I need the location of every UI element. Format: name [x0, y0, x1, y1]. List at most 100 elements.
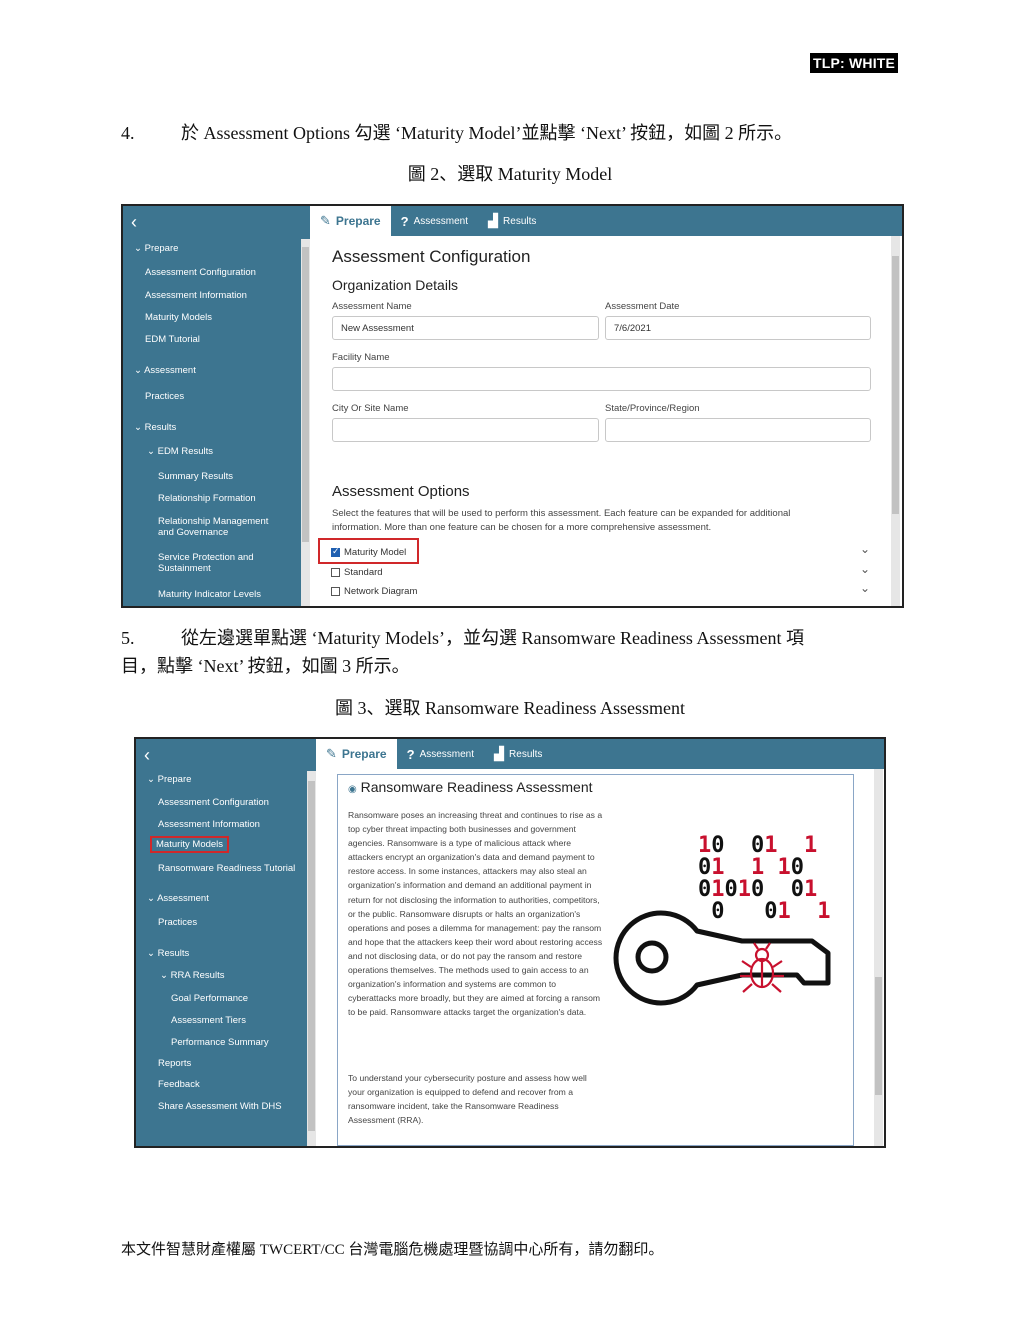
- sidebar: ‹ ⌄ Prepare Assessment Configuration Ass…: [136, 739, 316, 1146]
- nav-assessment[interactable]: ⌄ Assessment: [134, 365, 196, 376]
- question-icon: ?: [406, 746, 415, 762]
- nav-assessment-information[interactable]: Assessment Information: [145, 290, 247, 301]
- chevron-down-icon[interactable]: ⌄: [860, 562, 870, 576]
- nav-edm-tutorial[interactable]: EDM Tutorial: [145, 334, 200, 345]
- state-label: State/Province/Region: [605, 403, 700, 414]
- nav-results[interactable]: ⌄ Results: [147, 948, 189, 959]
- nav-rra-results[interactable]: ⌄ RRA Results: [160, 970, 224, 981]
- nav-feedback[interactable]: Feedback: [158, 1079, 200, 1090]
- edit-icon: ✎: [320, 213, 331, 228]
- chart-icon: ▟: [494, 746, 505, 761]
- facility-name-input[interactable]: [332, 367, 871, 391]
- top-tab-bar: ✎ Prepare ? Assessment ▟ Results: [310, 206, 902, 236]
- standard-option[interactable]: Standard: [331, 567, 383, 578]
- nav-relationship-formation[interactable]: Relationship Formation: [158, 493, 256, 504]
- nav-prepare[interactable]: ⌄ Prepare: [147, 774, 191, 785]
- nav-summary-results[interactable]: Summary Results: [158, 471, 233, 482]
- chevron-down-icon: ⌄: [147, 893, 155, 904]
- nav-relationship-management[interactable]: Relationship Management and Governance: [158, 516, 268, 538]
- chevron-down-icon: ⌄: [147, 774, 155, 785]
- nav-maturity-indicator-levels[interactable]: Maturity Indicator Levels: [158, 589, 261, 600]
- assessment-date-input[interactable]: 7/6/2021: [605, 316, 871, 340]
- network-diagram-checkbox[interactable]: [331, 587, 340, 596]
- nav-assessment-configuration[interactable]: Assessment Configuration: [145, 267, 256, 278]
- nav-edm-results[interactable]: ⌄ EDM Results: [147, 446, 213, 457]
- standard-checkbox[interactable]: [331, 568, 340, 577]
- figure-2-caption: 圖 2、選取 Maturity Model: [407, 164, 613, 184]
- chart-icon: ▟: [488, 213, 499, 228]
- edit-icon: ✎: [326, 746, 337, 761]
- nav-performance-summary[interactable]: Performance Summary: [171, 1037, 269, 1048]
- question-icon: ?: [400, 213, 409, 229]
- assessment-date-label: Assessment Date: [605, 301, 680, 312]
- content-scrollbar[interactable]: [891, 236, 900, 606]
- assessment-name-label: Assessment Name: [332, 301, 412, 312]
- tab-assessment[interactable]: ? Assessment: [397, 739, 484, 769]
- network-diagram-option[interactable]: Network Diagram: [331, 586, 417, 597]
- nav-assessment-information[interactable]: Assessment Information: [158, 819, 260, 830]
- footer-copyright: 本文件智慧財產權屬 TWCERT/CC 台灣電腦危機處理暨協調中心所有，請勿翻印…: [121, 1242, 664, 1258]
- nav-assessment-tiers[interactable]: Assessment Tiers: [171, 1015, 246, 1026]
- sidebar: ‹ ⌄ Prepare Assessment Configuration Ass…: [123, 206, 310, 606]
- options-description: Select the features that will be used to…: [332, 508, 791, 533]
- ransomware-key-illustration: 10 01 1 01 1 10 01010 01 0 01 1: [602, 831, 848, 1011]
- tlp-label: TLP: WHITE: [810, 53, 899, 73]
- state-input[interactable]: [605, 418, 871, 442]
- maturity-model-option[interactable]: Maturity Model: [331, 546, 406, 558]
- tab-results[interactable]: ▟ Results: [478, 206, 546, 236]
- nav-ransomware-readiness-tutorial[interactable]: Ransomware Readiness Tutorial: [158, 863, 295, 874]
- top-tab-bar: ✎ Prepare ? Assessment ▟ Results: [316, 739, 884, 769]
- chevron-down-icon: ⌄: [160, 970, 168, 981]
- tab-results[interactable]: ▟ Results: [484, 739, 552, 769]
- rra-description-1: Ransomware poses an increasing threat an…: [348, 810, 603, 1018]
- rra-description-2: To understand your cybersecurity posture…: [348, 1073, 587, 1126]
- key-icon: [613, 910, 831, 1006]
- step-number: 4.: [121, 123, 135, 143]
- sidebar-scrollbar[interactable]: [301, 239, 310, 606]
- screenshot-assessment-configuration: ‹ ⌄ Prepare Assessment Configuration Ass…: [121, 204, 904, 608]
- tab-prepare[interactable]: ✎ Prepare: [316, 739, 397, 769]
- nav-maturity-models[interactable]: Maturity Models: [145, 312, 212, 323]
- nav-share-assessment[interactable]: Share Assessment With DHS: [158, 1101, 282, 1112]
- tab-prepare[interactable]: ✎ Prepare: [310, 206, 391, 236]
- nav-practices[interactable]: Practices: [158, 917, 197, 928]
- rra-card-title[interactable]: ◉ Ransomware Readiness Assessment: [348, 779, 593, 795]
- chevron-down-icon: ⌄: [134, 243, 142, 254]
- step-5: 5. 從左邊選單點選 ‘Maturity Models’，並勾選 Ransomwa…: [121, 624, 891, 680]
- content-scrollbar[interactable]: [874, 769, 883, 1146]
- bug-icon: [740, 942, 784, 993]
- chevron-down-icon: ⌄: [147, 948, 155, 959]
- step-text-line-2: 目，點擊 ‘Next’ 按鈕，如圖 3 所示。: [121, 656, 410, 676]
- city-input[interactable]: [332, 418, 599, 442]
- step-4: 4. 於 Assessment Options 勾選 ‘Maturity Mode…: [121, 119, 891, 147]
- nav-prepare[interactable]: ⌄ Prepare: [134, 243, 178, 254]
- figure-3-caption: 圖 3、選取 Ransomware Readiness Assessment: [335, 698, 685, 718]
- nav-assessment-configuration[interactable]: Assessment Configuration: [158, 797, 269, 808]
- collapse-sidebar-icon[interactable]: ‹: [131, 212, 137, 233]
- step-text: 於 Assessment Options 勾選 ‘Maturity Model’…: [181, 123, 793, 143]
- nav-service-protection[interactable]: Service Protection and Sustainment: [158, 552, 254, 574]
- rra-card: ◉ Ransomware Readiness Assessment Ransom…: [337, 774, 854, 1146]
- nav-reports[interactable]: Reports: [158, 1058, 191, 1069]
- screenshot-maturity-models: ‹ ⌄ Prepare Assessment Configuration Ass…: [134, 737, 886, 1148]
- chevron-down-icon: ⌄: [134, 422, 142, 433]
- assessment-name-input[interactable]: New Assessment: [332, 316, 599, 340]
- sidebar-scrollbar[interactable]: [307, 771, 316, 1146]
- nav-assessment[interactable]: ⌄ Assessment: [147, 893, 209, 904]
- nav-maturity-models[interactable]: Maturity Models: [150, 836, 230, 853]
- nav-goal-performance[interactable]: Goal Performance: [171, 993, 248, 1004]
- step-number: 5.: [121, 628, 135, 648]
- radio-selected-icon[interactable]: ◉: [348, 784, 357, 795]
- facility-name-label: Facility Name: [332, 352, 390, 363]
- nav-practices[interactable]: Practices: [145, 391, 184, 402]
- step-text-line-1: 從左邊選單點選 ‘Maturity Models’，並勾選 Ransomware…: [181, 628, 804, 648]
- page-title: Assessment Configuration: [332, 247, 531, 266]
- chevron-down-icon[interactable]: ⌄: [860, 581, 870, 595]
- chevron-down-icon: ⌄: [147, 446, 155, 457]
- nav-results[interactable]: ⌄ Results: [134, 422, 176, 433]
- chevron-down-icon[interactable]: ⌄: [860, 542, 870, 556]
- collapse-sidebar-icon[interactable]: ‹: [144, 745, 150, 766]
- maturity-model-checkbox[interactable]: [331, 546, 340, 557]
- city-label: City Or Site Name: [332, 403, 409, 414]
- tab-assessment[interactable]: ? Assessment: [391, 206, 478, 236]
